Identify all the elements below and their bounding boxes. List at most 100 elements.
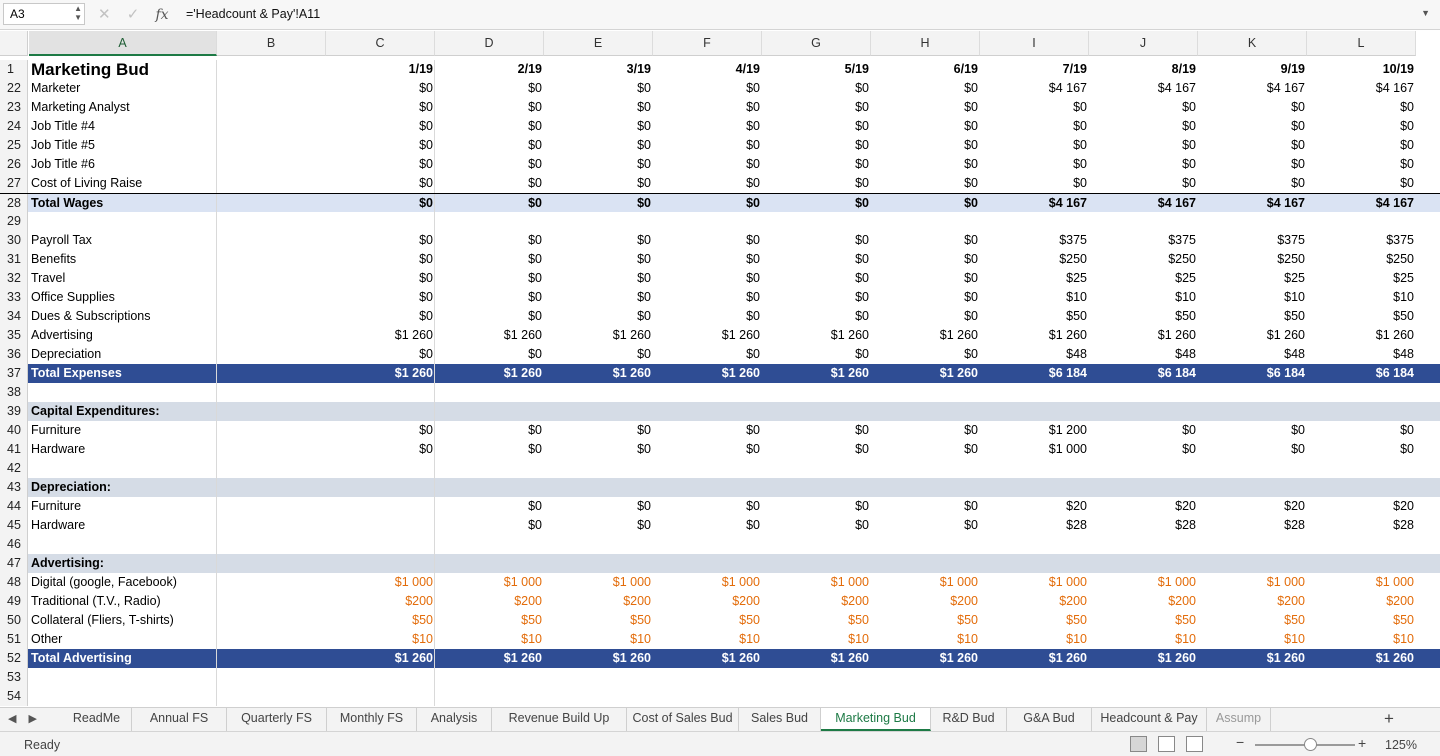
value-cell[interactable]: $1 260: [653, 649, 762, 668]
tab-analysis[interactable]: Analysis: [417, 708, 492, 731]
value-cell[interactable]: $1 260: [1089, 649, 1198, 668]
row-label-cell[interactable]: [29, 383, 217, 402]
value-cell[interactable]: $0: [762, 345, 871, 364]
value-cell[interactable]: $0: [1089, 440, 1198, 459]
value-cell[interactable]: $0: [980, 98, 1089, 117]
value-cell[interactable]: 8/19: [1089, 60, 1198, 79]
row-header[interactable]: 53: [0, 668, 28, 687]
value-cell[interactable]: $0: [326, 345, 435, 364]
value-cell[interactable]: $50: [653, 611, 762, 630]
value-cell[interactable]: $0: [653, 421, 762, 440]
value-cell[interactable]: $0: [435, 174, 544, 193]
column-header-e[interactable]: E: [544, 31, 653, 56]
value-cell[interactable]: $1 260: [1307, 649, 1416, 668]
value-cell[interactable]: $0: [544, 79, 653, 98]
value-cell[interactable]: 4/19: [653, 60, 762, 79]
row-header[interactable]: 33: [0, 288, 28, 307]
row-label-cell[interactable]: Depreciation:: [29, 478, 217, 497]
column-header-b[interactable]: B: [217, 31, 326, 56]
value-cell[interactable]: $48: [980, 345, 1089, 364]
value-cell[interactable]: $0: [1198, 440, 1307, 459]
row-header[interactable]: 52: [0, 649, 28, 668]
tab-monthly-fs[interactable]: Monthly FS: [327, 708, 417, 731]
row-label-cell[interactable]: Total Wages: [29, 194, 217, 213]
row-label-cell[interactable]: Marketer: [29, 79, 217, 98]
value-cell[interactable]: $0: [762, 98, 871, 117]
value-cell[interactable]: $1 000: [980, 573, 1089, 592]
column-b-cell[interactable]: [217, 668, 435, 687]
value-cell[interactable]: $0: [871, 516, 980, 535]
value-cell[interactable]: $200: [871, 592, 980, 611]
fx-icon[interactable]: fx: [156, 7, 169, 23]
value-cell[interactable]: $0: [762, 440, 871, 459]
row-label-cell[interactable]: Advertising:: [29, 554, 217, 573]
column-header-a[interactable]: A: [29, 31, 217, 56]
value-cell[interactable]: $200: [544, 592, 653, 611]
value-cell[interactable]: $0: [980, 155, 1089, 174]
value-cell[interactable]: $4 167: [1198, 79, 1307, 98]
value-cell[interactable]: $0: [1089, 117, 1198, 136]
value-cell[interactable]: $1 000: [1198, 573, 1307, 592]
value-cell[interactable]: $10: [1307, 288, 1416, 307]
column-b-cell[interactable]: [217, 212, 435, 231]
value-cell[interactable]: $0: [762, 174, 871, 193]
row-label-cell[interactable]: Travel: [29, 269, 217, 288]
cancel-icon[interactable]: ✕: [98, 5, 111, 23]
value-cell[interactable]: $1 260: [1198, 326, 1307, 345]
value-cell[interactable]: $0: [871, 307, 980, 326]
row-header[interactable]: 22: [0, 79, 28, 98]
name-box-spinner-icon[interactable]: ▲ ▼: [74, 4, 82, 22]
value-cell[interactable]: $1 000: [871, 573, 980, 592]
row-label-cell[interactable]: Dues & Subscriptions: [29, 307, 217, 326]
value-cell[interactable]: $50: [544, 611, 653, 630]
row-header[interactable]: 44: [0, 497, 28, 516]
value-cell[interactable]: $0: [435, 288, 544, 307]
value-cell[interactable]: $0: [544, 269, 653, 288]
value-cell[interactable]: $25: [1307, 269, 1416, 288]
value-cell[interactable]: $0: [326, 155, 435, 174]
value-cell[interactable]: $0: [326, 194, 435, 213]
value-cell[interactable]: $4 167: [980, 194, 1089, 213]
value-cell[interactable]: 9/19: [1198, 60, 1307, 79]
value-cell[interactable]: $50: [1307, 611, 1416, 630]
value-cell[interactable]: $0: [435, 136, 544, 155]
value-cell[interactable]: $0: [871, 288, 980, 307]
value-cell[interactable]: $1 000: [980, 440, 1089, 459]
row-label-cell[interactable]: Marketing Bud: [29, 60, 217, 79]
value-cell[interactable]: $0: [326, 250, 435, 269]
row-label-cell[interactable]: Total Advertising: [29, 649, 217, 668]
row-header[interactable]: 51: [0, 630, 28, 649]
column-b-cell[interactable]: [217, 383, 435, 402]
value-cell[interactable]: $50: [1089, 611, 1198, 630]
value-cell[interactable]: $4 167: [1089, 79, 1198, 98]
value-cell[interactable]: $0: [544, 117, 653, 136]
value-cell[interactable]: $0: [1307, 117, 1416, 136]
value-cell[interactable]: $0: [653, 98, 762, 117]
value-cell[interactable]: $0: [544, 440, 653, 459]
column-b-cell[interactable]: [217, 687, 435, 706]
value-cell[interactable]: $20: [1307, 497, 1416, 516]
value-cell[interactable]: $0: [326, 136, 435, 155]
value-cell[interactable]: $0: [871, 174, 980, 193]
tab-r-d-bud[interactable]: R&D Bud: [931, 708, 1007, 731]
value-cell[interactable]: $0: [544, 250, 653, 269]
value-cell[interactable]: $50: [1198, 307, 1307, 326]
expand-formula-bar-icon[interactable]: ▼: [1421, 8, 1430, 18]
value-cell[interactable]: $200: [980, 592, 1089, 611]
value-cell[interactable]: $28: [980, 516, 1089, 535]
value-cell[interactable]: $0: [544, 231, 653, 250]
value-cell[interactable]: $0: [871, 155, 980, 174]
row-label-cell[interactable]: Office Supplies: [29, 288, 217, 307]
value-cell[interactable]: $0: [1198, 136, 1307, 155]
value-cell[interactable]: $0: [1089, 421, 1198, 440]
tab-cost-of-sales-bud[interactable]: Cost of Sales Bud: [627, 708, 739, 731]
value-cell[interactable]: $48: [1089, 345, 1198, 364]
tab-sales-bud[interactable]: Sales Bud: [739, 708, 821, 731]
column-header-c[interactable]: C: [326, 31, 435, 56]
value-cell[interactable]: $0: [1198, 117, 1307, 136]
value-cell[interactable]: $0: [435, 117, 544, 136]
tab-marketing-bud[interactable]: Marketing Bud: [821, 708, 931, 731]
value-cell[interactable]: $1 260: [326, 649, 435, 668]
value-cell[interactable]: $1 260: [762, 649, 871, 668]
row-header[interactable]: 1: [0, 60, 28, 79]
